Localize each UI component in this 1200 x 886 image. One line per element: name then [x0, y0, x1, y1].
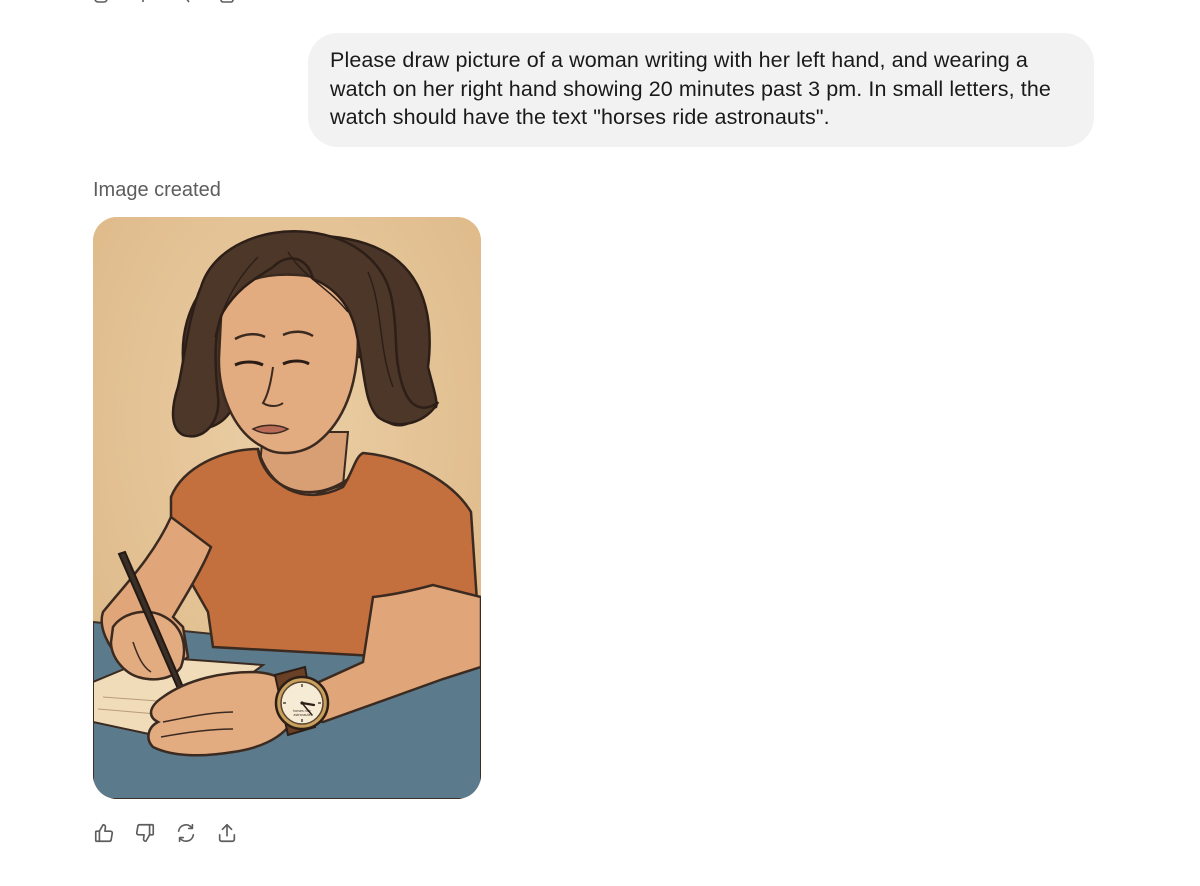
watch-text-line-2: astronauts [294, 713, 311, 717]
generated-image[interactable]: horses ride astronauts [93, 217, 481, 799]
copy-icon[interactable] [93, 0, 109, 4]
regenerate-button[interactable] [175, 821, 197, 845]
thumbs-up-button[interactable] [93, 821, 115, 845]
share-icon[interactable] [219, 0, 235, 4]
share-button[interactable] [216, 821, 238, 845]
thumbs-down-button[interactable] [134, 821, 156, 845]
user-message-bubble: Please draw picture of a woman writing w… [308, 33, 1094, 147]
illustration-woman-writing: horses ride astronauts [93, 217, 481, 799]
message-actions [93, 821, 238, 845]
thumbs-down-icon[interactable] [177, 0, 193, 4]
user-message-text: Please draw picture of a woman writing w… [330, 48, 1051, 129]
share-icon [218, 823, 236, 843]
thumbs-up-icon [94, 823, 114, 843]
regenerate-icon [177, 823, 195, 843]
image-created-label: Image created [93, 179, 221, 201]
previous-message-actions [93, 0, 235, 4]
thumbs-down-icon [135, 823, 155, 843]
thumbs-up-icon[interactable] [135, 0, 151, 4]
